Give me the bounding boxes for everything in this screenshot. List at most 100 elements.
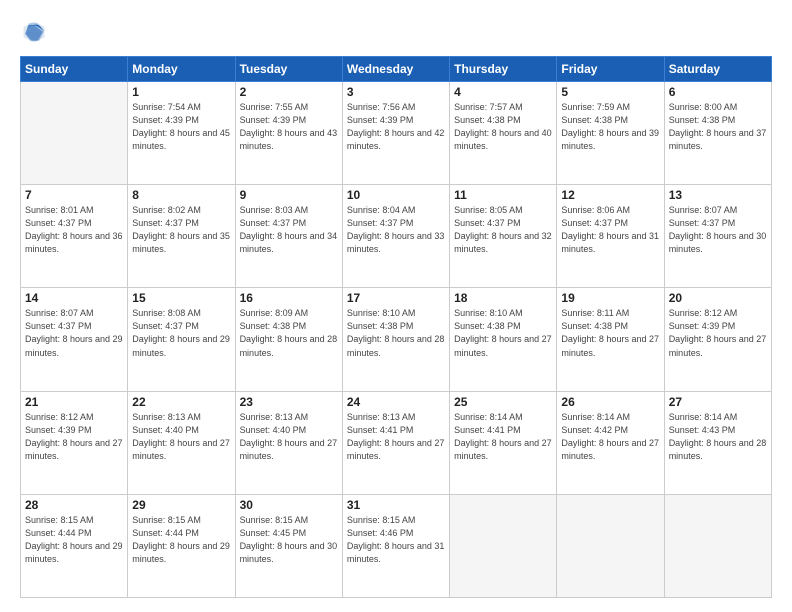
logo-icon [20,18,48,46]
day-info: Sunrise: 8:01 AMSunset: 4:37 PMDaylight:… [25,204,123,256]
day-info: Sunrise: 8:15 AMSunset: 4:46 PMDaylight:… [347,514,445,566]
day-cell: 24 Sunrise: 8:13 AMSunset: 4:41 PMDayligh… [342,391,449,494]
day-cell [21,82,128,185]
weekday-header-friday: Friday [557,57,664,82]
day-cell: 11 Sunrise: 8:05 AMSunset: 4:37 PMDayligh… [450,185,557,288]
day-info: Sunrise: 7:54 AMSunset: 4:39 PMDaylight:… [132,101,230,153]
day-cell: 16 Sunrise: 8:09 AMSunset: 4:38 PMDayligh… [235,288,342,391]
day-number: 9 [240,188,338,202]
day-number: 27 [669,395,767,409]
page: SundayMondayTuesdayWednesdayThursdayFrid… [0,0,792,612]
day-number: 18 [454,291,552,305]
day-info: Sunrise: 8:15 AMSunset: 4:44 PMDaylight:… [25,514,123,566]
day-cell: 12 Sunrise: 8:06 AMSunset: 4:37 PMDayligh… [557,185,664,288]
day-number: 7 [25,188,123,202]
day-info: Sunrise: 8:06 AMSunset: 4:37 PMDaylight:… [561,204,659,256]
day-number: 17 [347,291,445,305]
day-cell: 27 Sunrise: 8:14 AMSunset: 4:43 PMDayligh… [664,391,771,494]
day-number: 19 [561,291,659,305]
day-info: Sunrise: 8:07 AMSunset: 4:37 PMDaylight:… [669,204,767,256]
day-cell [450,494,557,597]
day-info: Sunrise: 8:12 AMSunset: 4:39 PMDaylight:… [669,307,767,359]
day-info: Sunrise: 8:11 AMSunset: 4:38 PMDaylight:… [561,307,659,359]
day-number: 12 [561,188,659,202]
day-cell: 19 Sunrise: 8:11 AMSunset: 4:38 PMDayligh… [557,288,664,391]
day-cell: 5Sunrise: 7:59 AMSunset: 4:38 PMDaylight… [557,82,664,185]
day-info: Sunrise: 7:56 AMSunset: 4:39 PMDaylight:… [347,101,445,153]
day-number: 26 [561,395,659,409]
day-cell: 30 Sunrise: 8:15 AMSunset: 4:45 PMDayligh… [235,494,342,597]
day-number: 13 [669,188,767,202]
day-info: Sunrise: 8:08 AMSunset: 4:37 PMDaylight:… [132,307,230,359]
week-row-2: 14Sunrise: 8:07 AMSunset: 4:37 PMDayligh… [21,288,772,391]
day-number: 29 [132,498,230,512]
day-cell: 29 Sunrise: 8:15 AMSunset: 4:44 PMDayligh… [128,494,235,597]
day-info: Sunrise: 7:57 AMSunset: 4:38 PMDaylight:… [454,101,552,153]
day-info: Sunrise: 8:09 AMSunset: 4:38 PMDaylight:… [240,307,338,359]
day-number: 20 [669,291,767,305]
day-info: Sunrise: 8:14 AMSunset: 4:42 PMDaylight:… [561,411,659,463]
weekday-header-row: SundayMondayTuesdayWednesdayThursdayFrid… [21,57,772,82]
day-cell: 6 Sunrise: 8:00 AMSunset: 4:38 PMDaylight… [664,82,771,185]
weekday-header-tuesday: Tuesday [235,57,342,82]
day-info: Sunrise: 8:00 AMSunset: 4:38 PMDaylight:… [669,101,767,153]
day-number: 8 [132,188,230,202]
day-info: Sunrise: 8:15 AMSunset: 4:44 PMDaylight:… [132,514,230,566]
weekday-header-monday: Monday [128,57,235,82]
weekday-header-wednesday: Wednesday [342,57,449,82]
day-info: Sunrise: 8:10 AMSunset: 4:38 PMDaylight:… [347,307,445,359]
day-number: 10 [347,188,445,202]
day-number: 2 [240,85,338,99]
day-cell: 31 Sunrise: 8:15 AMSunset: 4:46 PMDayligh… [342,494,449,597]
day-number: 11 [454,188,552,202]
day-cell: 10 Sunrise: 8:04 AMSunset: 4:37 PMDayligh… [342,185,449,288]
day-cell: 14Sunrise: 8:07 AMSunset: 4:37 PMDayligh… [21,288,128,391]
day-cell: 15 Sunrise: 8:08 AMSunset: 4:37 PMDayligh… [128,288,235,391]
day-cell: 20 Sunrise: 8:12 AMSunset: 4:39 PMDayligh… [664,288,771,391]
day-cell: 25 Sunrise: 8:14 AMSunset: 4:41 PMDayligh… [450,391,557,494]
day-info: Sunrise: 8:02 AMSunset: 4:37 PMDaylight:… [132,204,230,256]
day-number: 6 [669,85,767,99]
day-info: Sunrise: 8:14 AMSunset: 4:43 PMDaylight:… [669,411,767,463]
day-number: 3 [347,85,445,99]
day-cell: 22Sunrise: 8:13 AMSunset: 4:40 PMDayligh… [128,391,235,494]
day-cell: 17 Sunrise: 8:10 AMSunset: 4:38 PMDayligh… [342,288,449,391]
day-info: Sunrise: 8:04 AMSunset: 4:37 PMDaylight:… [347,204,445,256]
day-number: 25 [454,395,552,409]
weekday-header-sunday: Sunday [21,57,128,82]
day-number: 1 [132,85,230,99]
day-cell: 28 Sunrise: 8:15 AMSunset: 4:44 PMDayligh… [21,494,128,597]
day-info: Sunrise: 8:03 AMSunset: 4:37 PMDaylight:… [240,204,338,256]
day-cell: 8 Sunrise: 8:02 AMSunset: 4:37 PMDaylight… [128,185,235,288]
day-number: 24 [347,395,445,409]
day-number: 28 [25,498,123,512]
day-number: 5 [561,85,659,99]
day-number: 15 [132,291,230,305]
day-number: 16 [240,291,338,305]
day-info: Sunrise: 8:13 AMSunset: 4:40 PMDaylight:… [132,411,230,463]
day-cell: 3 Sunrise: 7:56 AMSunset: 4:39 PMDaylight… [342,82,449,185]
day-number: 31 [347,498,445,512]
day-info: Sunrise: 8:05 AMSunset: 4:37 PMDaylight:… [454,204,552,256]
day-info: Sunrise: 8:15 AMSunset: 4:45 PMDaylight:… [240,514,338,566]
day-info: Sunrise: 8:13 AMSunset: 4:40 PMDaylight:… [240,411,338,463]
day-cell: 7 Sunrise: 8:01 AMSunset: 4:37 PMDaylight… [21,185,128,288]
day-info: Sunrise: 7:55 AMSunset: 4:39 PMDaylight:… [240,101,338,153]
day-number: 21 [25,395,123,409]
weekday-header-thursday: Thursday [450,57,557,82]
week-row-1: 7 Sunrise: 8:01 AMSunset: 4:37 PMDaylight… [21,185,772,288]
day-cell: 1 Sunrise: 7:54 AMSunset: 4:39 PMDaylight… [128,82,235,185]
day-info: Sunrise: 8:14 AMSunset: 4:41 PMDaylight:… [454,411,552,463]
day-cell: 21Sunrise: 8:12 AMSunset: 4:39 PMDayligh… [21,391,128,494]
day-cell: 9 Sunrise: 8:03 AMSunset: 4:37 PMDaylight… [235,185,342,288]
day-cell: 4Sunrise: 7:57 AMSunset: 4:38 PMDaylight… [450,82,557,185]
day-number: 14 [25,291,123,305]
day-info: Sunrise: 8:13 AMSunset: 4:41 PMDaylight:… [347,411,445,463]
logo [20,18,52,46]
week-row-3: 21Sunrise: 8:12 AMSunset: 4:39 PMDayligh… [21,391,772,494]
day-cell [664,494,771,597]
day-cell: 26 Sunrise: 8:14 AMSunset: 4:42 PMDayligh… [557,391,664,494]
day-cell: 13 Sunrise: 8:07 AMSunset: 4:37 PMDayligh… [664,185,771,288]
day-number: 30 [240,498,338,512]
day-cell [557,494,664,597]
